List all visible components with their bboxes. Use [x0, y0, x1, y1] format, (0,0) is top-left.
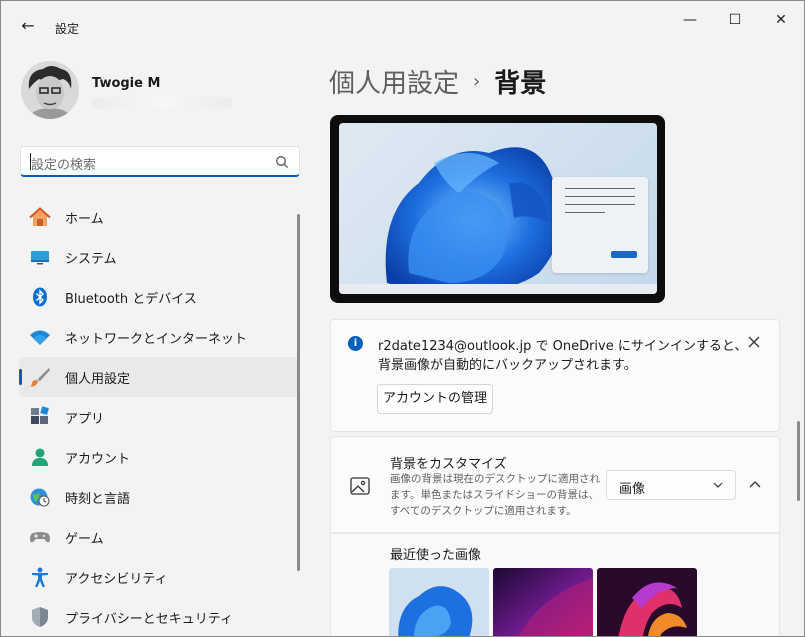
preview-window-mockup	[552, 177, 648, 273]
preview-taskbar	[339, 284, 657, 294]
customize-description: 画像の背景は現在のデスクトップに適用されます。単色またはスライドショーの背景は、…	[390, 473, 600, 517]
info-icon: i	[348, 336, 363, 351]
desktop-preview	[339, 123, 657, 294]
title-bar: ← 設定 — ☐ ✕	[1, 1, 804, 39]
breadcrumb-parent[interactable]: 個人用設定	[329, 63, 459, 100]
preview-button-mockup	[611, 251, 637, 258]
sidebar-item-personalization[interactable]: 個人用設定	[19, 357, 299, 397]
onedrive-infobar: i r2date1234@outlook.jp で OneDrive にサインイ…	[330, 319, 780, 432]
chevron-right-icon: ›	[473, 70, 481, 92]
sidebar-item-label: ホーム	[65, 211, 104, 227]
background-customize-card[interactable]: 背景をカスタマイズ 画像の背景は現在のデスクトップに適用されます。単色またはスラ…	[330, 436, 780, 533]
colorful-swirl-image	[597, 568, 697, 636]
recent-image-thumbnail[interactable]	[597, 568, 697, 636]
sidebar-item-system[interactable]: システム	[19, 237, 299, 277]
background-type-dropdown[interactable]: 画像	[606, 470, 736, 500]
content-scrollbar[interactable]	[797, 421, 800, 501]
sidebar-item-time-language[interactable]: 時刻と言語	[19, 477, 299, 517]
search-icon[interactable]	[275, 155, 289, 169]
sidebar-item-home[interactable]: ホーム	[19, 197, 299, 237]
sidebar-nav: ホーム システム Bluetooth とデバイス ネットワークとインターネット	[19, 197, 299, 636]
profile-name: Twogie M	[92, 76, 161, 91]
apps-icon	[29, 406, 51, 428]
minimize-button[interactable]: —	[667, 7, 713, 33]
avatar-image	[21, 61, 79, 119]
clock-globe-icon	[29, 486, 51, 508]
manage-account-button[interactable]: アカウントの管理	[377, 384, 493, 414]
brush-icon	[29, 366, 51, 388]
customize-title: 背景をカスタマイズ	[390, 457, 507, 472]
back-arrow-icon: ←	[21, 16, 35, 35]
app-title: 設定	[55, 22, 80, 36]
sidebar-item-label: ネットワークとインターネット	[65, 331, 248, 347]
sidebar-item-apps[interactable]: アプリ	[19, 397, 299, 437]
avatar[interactable]	[21, 61, 79, 119]
sidebar-item-label: ゲーム	[65, 531, 104, 547]
settings-window: ← 設定 — ☐ ✕ Twogie M 設定の検索 ホーム システム Bluet…	[0, 0, 805, 637]
purple-glow-image	[493, 568, 593, 636]
maximize-icon: ☐	[728, 12, 742, 28]
selection-indicator	[19, 369, 22, 385]
preview-line	[565, 204, 635, 205]
chevron-down-icon	[713, 482, 723, 488]
page-title: 背景	[494, 68, 547, 99]
recent-image-thumbnail[interactable]	[389, 568, 489, 636]
sidebar-item-bluetooth[interactable]: Bluetooth とデバイス	[19, 277, 299, 317]
recent-images-title: 最近使った画像	[390, 548, 482, 563]
preview-line	[565, 188, 635, 189]
close-icon: ✕	[775, 12, 787, 28]
gamepad-icon	[29, 526, 51, 548]
sidebar-item-label: アカウント	[65, 451, 131, 467]
breadcrumb: 個人用設定 › 背景	[329, 61, 546, 101]
preview-line	[565, 212, 605, 213]
profile-email-redacted	[92, 97, 232, 109]
sidebar-item-accessibility[interactable]: アクセシビリティ	[19, 557, 299, 597]
chevron-up-icon[interactable]	[749, 480, 761, 488]
sidebar-item-label: アクセシビリティ	[65, 571, 168, 587]
close-button[interactable]: ✕	[758, 7, 804, 33]
sidebar-item-label: アプリ	[65, 411, 105, 427]
search-box[interactable]: 設定の検索	[20, 146, 300, 177]
sidebar-item-label: 個人用設定	[65, 371, 131, 387]
back-button[interactable]: ←	[15, 15, 41, 37]
sidebar-item-label: プライバシーとセキュリティ	[65, 611, 233, 627]
accessibility-icon	[29, 566, 51, 588]
wifi-icon	[29, 326, 51, 348]
minimize-icon: —	[683, 12, 697, 28]
sidebar-item-network[interactable]: ネットワークとインターネット	[19, 317, 299, 357]
recent-images-section: 最近使った画像	[330, 533, 780, 636]
shield-icon	[29, 606, 51, 628]
bloom-blue-image	[389, 568, 489, 636]
sidebar-item-privacy[interactable]: プライバシーとセキュリティ	[19, 597, 299, 636]
maximize-button[interactable]: ☐	[712, 7, 758, 33]
home-icon	[29, 206, 51, 228]
sidebar-item-gaming[interactable]: ゲーム	[19, 517, 299, 557]
sidebar-item-label: Bluetooth とデバイス	[65, 291, 197, 307]
infobar-message-line1: r2date1234@outlook.jp で OneDrive にサインインす…	[378, 339, 748, 354]
image-icon	[350, 477, 370, 495]
dropdown-selected-value: 画像	[619, 482, 646, 497]
search-input[interactable]: 設定の検索	[31, 154, 96, 173]
infobar-message-line2: 背景画像が自動的にバックアップされます。	[378, 358, 637, 373]
sidebar-item-label: 時刻と言語	[65, 491, 131, 507]
sidebar-item-accounts[interactable]: アカウント	[19, 437, 299, 477]
close-icon[interactable]	[746, 334, 762, 350]
preview-line	[565, 196, 635, 197]
bluetooth-icon	[29, 286, 51, 308]
sidebar-item-label: システム	[65, 251, 117, 267]
monitor-icon	[29, 246, 51, 268]
person-icon	[29, 446, 51, 468]
recent-image-thumbnail[interactable]	[493, 568, 593, 636]
sidebar-scrollbar[interactable]	[297, 214, 300, 571]
